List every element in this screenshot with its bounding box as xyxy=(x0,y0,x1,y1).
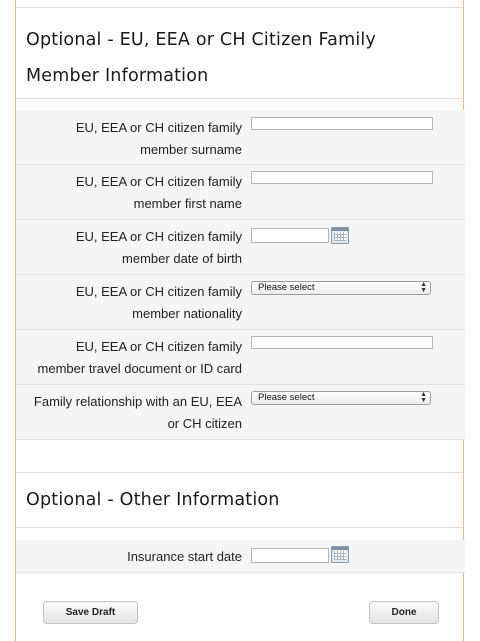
nationality-select-value: Please select xyxy=(258,282,315,293)
section-title-family-member: Optional - EU, EEA or CH Citizen Family … xyxy=(26,30,376,86)
nationality-select[interactable]: Please select ▲ ▼ xyxy=(251,281,431,295)
field-row-surname: EU, EEA or CH citizen family member surn… xyxy=(16,110,465,165)
relationship-select[interactable]: Please select ▲ ▼ xyxy=(251,391,431,405)
done-button[interactable]: Done xyxy=(369,601,439,624)
section-divider xyxy=(16,98,463,99)
first-name-input[interactable] xyxy=(251,171,433,184)
calendar-icon[interactable] xyxy=(331,227,349,244)
save-draft-button[interactable]: Save Draft xyxy=(43,601,138,624)
field-label-relationship: Family relationship with an EU, EEA or C… xyxy=(33,394,242,431)
surname-input[interactable] xyxy=(251,117,433,130)
field-row-travel-document: EU, EEA or CH citizen family member trav… xyxy=(16,330,465,385)
field-row-relationship: Family relationship with an EU, EEA or C… xyxy=(16,385,465,440)
field-label-first-name: EU, EEA or CH citizen family member firs… xyxy=(75,174,242,211)
field-label-nationality: EU, EEA or CH citizen family member nati… xyxy=(75,284,242,321)
up-down-arrows-icon: ▲ ▼ xyxy=(420,281,427,294)
form-frame: Optional - EU, EEA or CH Citizen Family … xyxy=(15,0,465,641)
field-label-surname: EU, EEA or CH citizen family member surn… xyxy=(75,120,242,157)
field-label-insurance-start-date: Insurance start date xyxy=(127,549,242,564)
section-divider xyxy=(16,472,463,473)
field-row-date-of-birth: EU, EEA or CH citizen family member date… xyxy=(16,220,465,275)
insurance-start-date-input[interactable] xyxy=(251,548,329,563)
field-label-travel-document: EU, EEA or CH citizen family member trav… xyxy=(37,339,242,376)
date-of-birth-input[interactable] xyxy=(251,228,329,243)
field-row-nationality: EU, EEA or CH citizen family member nati… xyxy=(16,275,465,330)
field-label-date-of-birth: EU, EEA or CH citizen family member date… xyxy=(75,229,242,266)
section-title-other-information: Optional - Other Information xyxy=(26,490,280,510)
up-down-arrows-icon: ▲ ▼ xyxy=(420,391,427,404)
field-row-first-name: EU, EEA or CH citizen family member firs… xyxy=(16,165,465,220)
calendar-icon[interactable] xyxy=(331,546,349,563)
section-divider xyxy=(16,527,463,528)
travel-document-input[interactable] xyxy=(251,336,433,349)
field-row-insurance-start-date: Insurance start date xyxy=(16,540,465,573)
relationship-select-value: Please select xyxy=(258,392,315,403)
top-divider xyxy=(16,7,463,8)
